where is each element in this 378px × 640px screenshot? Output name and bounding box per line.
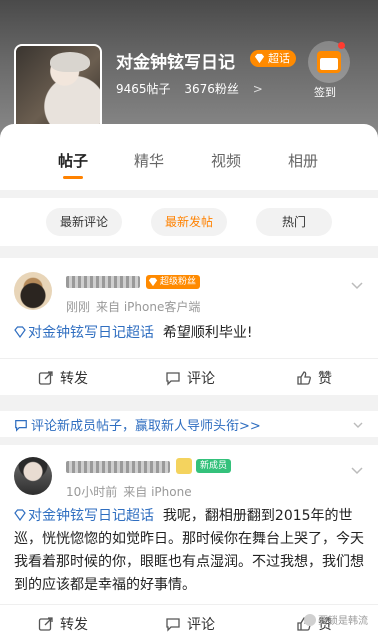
supertopic-header: 对金钟铉写日记 超话 9465帖子 3676粉丝 > 签到 <box>0 0 378 140</box>
new-member-banner[interactable]: 评论新成员帖子，赢取新人导师头衔>> <box>0 403 378 437</box>
sort-latest-comment[interactable]: 最新评论 <box>46 208 122 236</box>
post-count: 9465帖子 <box>116 82 171 96</box>
avatar[interactable] <box>14 457 52 495</box>
calendar-icon <box>317 51 341 73</box>
chevron-down-icon[interactable] <box>352 419 364 431</box>
post-card[interactable]: 新成员 10小时前 来自 iPhone 对金钟铉写日记超话 我呢，翻相册翻到201… <box>0 445 378 640</box>
supertopic-cover-image[interactable] <box>14 44 102 132</box>
chevron-down-icon[interactable] <box>350 463 364 477</box>
tab-bar: 帖子 精华 视频 相册 <box>0 124 378 190</box>
diamond-icon <box>14 326 26 338</box>
post-meta: 刚刚 来自 iPhone客户端 <box>66 298 206 315</box>
supertopic-title: 对金钟铉写日记 <box>116 53 235 73</box>
active-tab-indicator <box>63 176 83 179</box>
avatar[interactable] <box>14 272 52 310</box>
sort-bar: 最新评论 最新发帖 热门 <box>0 198 378 246</box>
supertopic-badge: 超话 <box>250 50 296 67</box>
sort-hot[interactable]: 热门 <box>256 208 332 236</box>
username-redacted[interactable] <box>66 276 140 288</box>
fan-count: 3676粉丝 <box>184 82 239 96</box>
post-actions: 转发 评论 赞 <box>0 358 378 394</box>
comment-icon <box>166 618 180 632</box>
comment-icon <box>15 420 27 432</box>
repost-button[interactable]: 转发 <box>38 368 88 388</box>
post-source: 来自 iPhone <box>123 485 192 499</box>
post-body: 对金钟铉写日记超话 希望顺利毕业! <box>14 322 366 345</box>
comment-icon <box>166 372 180 386</box>
repost-button[interactable]: 转发 <box>38 614 88 634</box>
chevron-down-icon[interactable] <box>350 278 364 292</box>
sort-latest-post[interactable]: 最新发帖 <box>151 208 227 236</box>
thumbs-up-icon <box>297 371 311 385</box>
post-time: 10小时前 <box>66 485 118 499</box>
notification-dot <box>338 42 345 49</box>
signin-label: 签到 <box>314 86 336 99</box>
tab-videos[interactable]: 视频 <box>211 150 241 171</box>
like-button[interactable]: 赞 <box>296 368 332 388</box>
tab-album[interactable]: 相册 <box>288 150 318 171</box>
tab-posts[interactable]: 帖子 <box>58 150 88 171</box>
watermark-logo-icon <box>304 614 316 626</box>
username-redacted[interactable] <box>66 461 170 473</box>
post-meta: 10小时前 来自 iPhone <box>66 483 198 500</box>
topic-link[interactable]: 对金钟铉写日记超话 <box>14 325 154 341</box>
diamond-icon <box>148 277 158 287</box>
post-time: 刚刚 <box>66 300 91 314</box>
post-body: 对金钟铉写日记超话 我呢，翻相册翻到2015年的世巡，恍恍惚惚的如觉昨日。那时候… <box>14 505 366 597</box>
post-text: 希望顺利毕业! <box>162 325 253 341</box>
diamond-icon <box>14 509 26 521</box>
tab-featured[interactable]: 精华 <box>134 150 164 171</box>
post-card[interactable]: 超级粉丝 刚刚 来自 iPhone客户端 对金钟铉写日记超话 希望顺利毕业! 转发… <box>0 258 378 395</box>
banner-text[interactable]: 评论新成员帖子，赢取新人导师头衔>> <box>14 415 261 434</box>
repost-icon <box>38 371 53 385</box>
diamond-icon <box>254 53 265 64</box>
chevron-right-icon: > <box>252 82 263 96</box>
repost-icon <box>38 617 53 631</box>
fan-level-badge: 超级粉丝 <box>146 275 201 289</box>
post-source: 来自 iPhone客户端 <box>96 300 201 314</box>
new-member-badge: 新成员 <box>196 459 232 473</box>
supertopic-stats[interactable]: 9465帖子 3676粉丝 > <box>116 80 273 97</box>
comment-button[interactable]: 评论 <box>165 614 215 634</box>
topic-link[interactable]: 对金钟铉写日记超话 <box>14 508 154 524</box>
member-level-icon <box>176 458 192 474</box>
comment-button[interactable]: 评论 <box>165 368 215 388</box>
watermark: 要锁是韩流 <box>304 612 368 627</box>
